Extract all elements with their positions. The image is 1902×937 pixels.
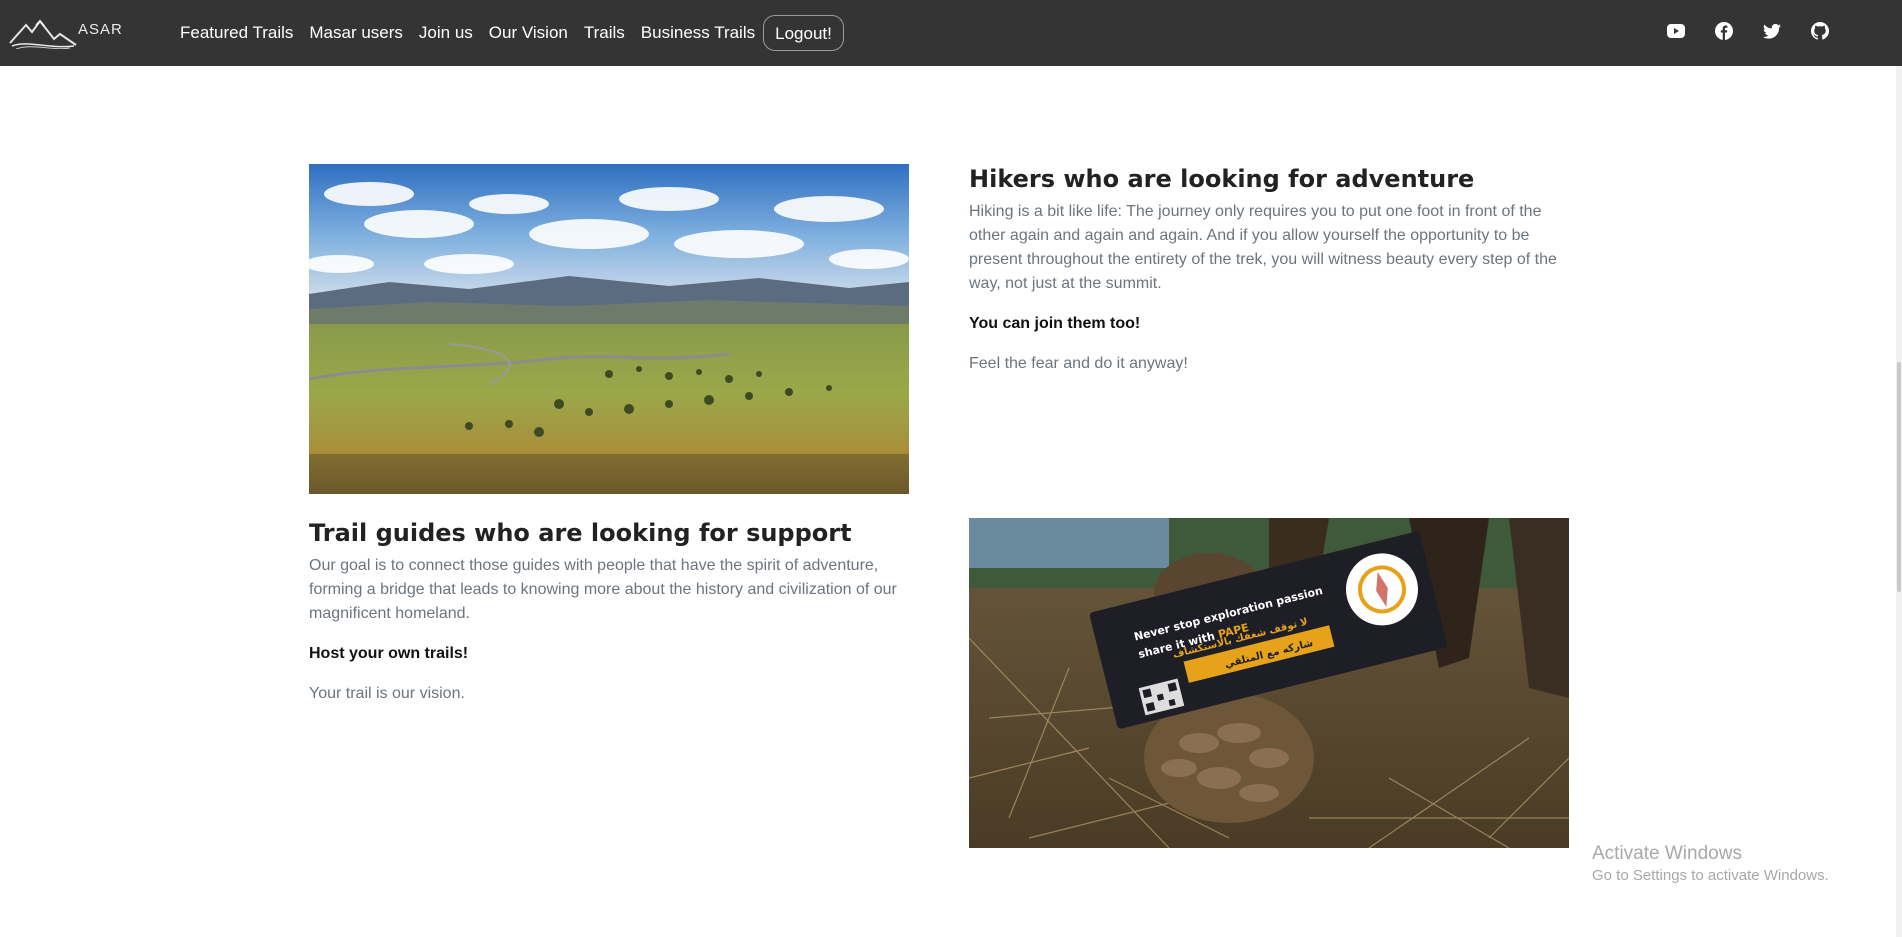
nav-masar-users[interactable]: Masar users (301, 13, 411, 53)
twitter-icon[interactable] (1762, 21, 1782, 41)
github-icon[interactable] (1810, 21, 1830, 41)
hikers-cta: You can join them too! (969, 315, 1141, 332)
mountain-logo-icon (9, 19, 77, 49)
top-navbar: ASAR Featured Trails Masar users Join us… (0, 0, 1902, 66)
guides-description: Our goal is to connect those guides with… (309, 557, 897, 622)
hikers-description: Hiking is a bit like life: The journey o… (969, 203, 1557, 292)
page-scrollbar[interactable] (1896, 66, 1902, 937)
logo-text: ASAR (78, 21, 123, 38)
hikers-tagline: Feel the fear and do it anyway! (969, 355, 1188, 372)
nav-join-us[interactable]: Join us (411, 13, 481, 53)
page: ASAR Featured Trails Masar users Join us… (0, 0, 1902, 937)
scrollbar-thumb[interactable] (1897, 362, 1901, 592)
nav-our-vision[interactable]: Our Vision (481, 13, 576, 53)
guides-heading: Trail guides who are looking for support (309, 519, 852, 547)
hikers-section: Hikers who are looking for adventure Hik… (969, 164, 1569, 376)
landscape-image (309, 164, 909, 494)
windows-activation-watermark: Activate Windows Go to Settings to activ… (1592, 842, 1829, 886)
watermark-subtitle: Go to Settings to activate Windows. (1592, 867, 1829, 884)
nav-featured-trails[interactable]: Featured Trails (172, 13, 301, 53)
nav-business-trails[interactable]: Business Trails (633, 13, 763, 53)
facebook-icon[interactable] (1714, 21, 1734, 41)
landscape-photo (309, 164, 909, 494)
site-logo[interactable]: ASAR (8, 14, 123, 50)
guides-cta: Host your own trails! (309, 645, 469, 662)
pinecone-card-image: Never stop exploration passion share it … (969, 518, 1569, 848)
youtube-icon[interactable] (1666, 21, 1686, 41)
watermark-title: Activate Windows (1592, 843, 1742, 864)
guides-tagline: Your trail is our vision. (309, 685, 465, 702)
guides-section: Trail guides who are looking for support… (309, 518, 909, 706)
pinecone-photo: Never stop exploration passion share it … (969, 518, 1569, 848)
logout-button[interactable]: Logout! (763, 15, 844, 51)
social-links (1666, 21, 1830, 41)
hikers-heading: Hikers who are looking for adventure (969, 165, 1475, 193)
nav-links: Featured Trails Masar users Join us Our … (172, 13, 844, 53)
nav-trails[interactable]: Trails (576, 13, 633, 53)
